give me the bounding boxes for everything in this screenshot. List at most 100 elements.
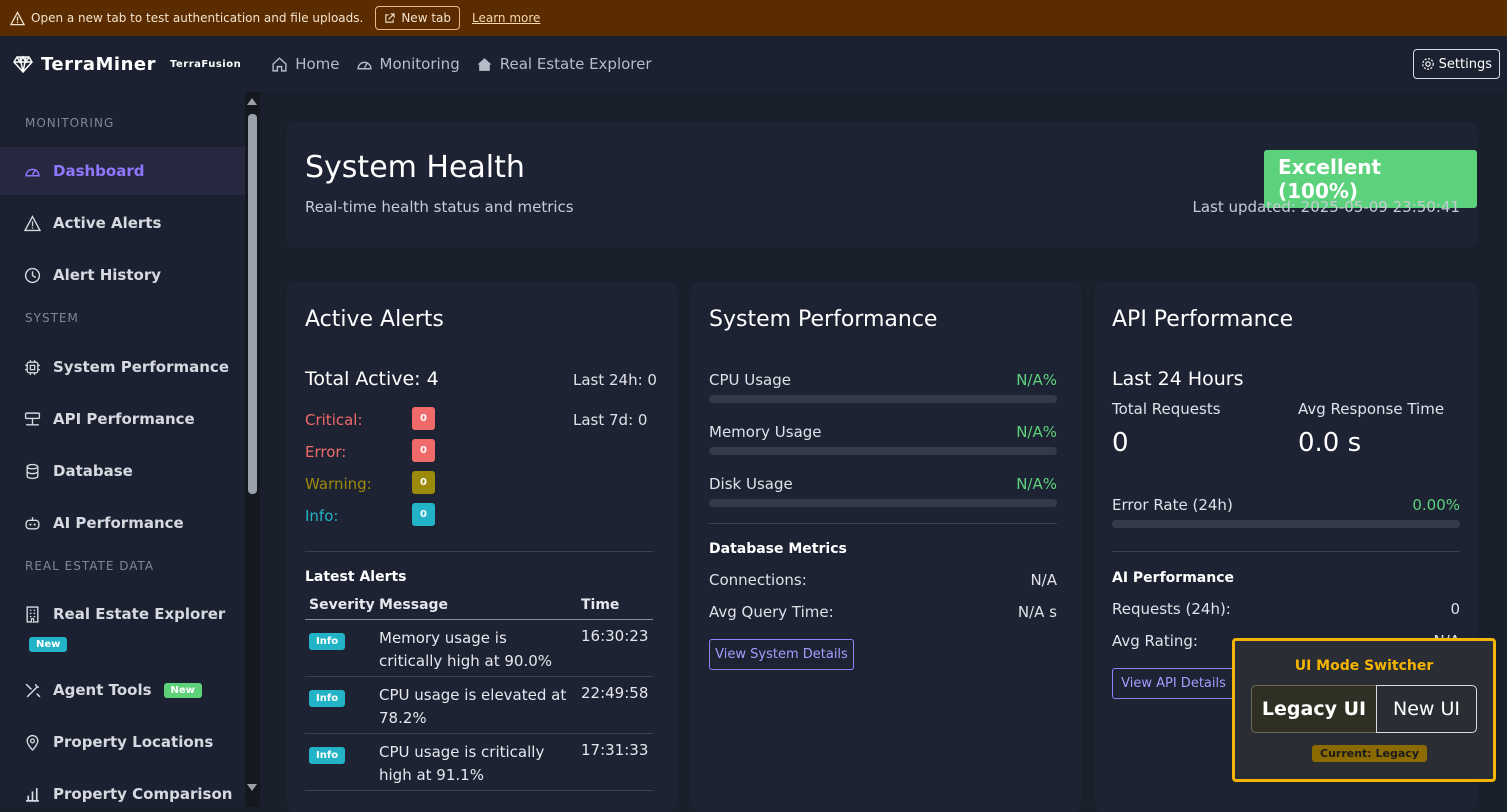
ai-performance-title: AI Performance bbox=[1112, 570, 1234, 586]
disk-value: N/A% bbox=[1016, 475, 1057, 493]
total-active: Total Active: 4 bbox=[305, 368, 439, 390]
new-tab-button[interactable]: New tab bbox=[375, 6, 460, 30]
sidebar-item-label: Agent Tools bbox=[53, 681, 152, 699]
total-requests-value: 0 bbox=[1112, 428, 1129, 458]
warning-count: 0 bbox=[412, 471, 435, 494]
building-icon bbox=[26, 605, 39, 623]
home-icon bbox=[272, 56, 287, 72]
view-api-details-button[interactable]: View API Details bbox=[1112, 668, 1235, 699]
clock-icon bbox=[24, 267, 41, 283]
active-alerts-card: Active Alerts Total Active: 4 Last 24h: … bbox=[287, 282, 677, 812]
banner-text: Open a new tab to test authentication an… bbox=[31, 11, 364, 25]
column-header: Time bbox=[581, 596, 620, 613]
nav-monitoring[interactable]: Monitoring bbox=[356, 55, 460, 73]
warning-label: Warning: bbox=[305, 475, 372, 493]
sidebar-item-label: System Performance bbox=[53, 358, 229, 376]
last-24h: Last 24h: 0 bbox=[573, 371, 657, 389]
bar-chart-icon bbox=[26, 787, 39, 802]
message-cell: CPU usage is elevated at 78.2% bbox=[379, 685, 567, 727]
sidebar-item-alert-history[interactable]: Alert History bbox=[0, 251, 245, 299]
message-cell: Memory usage is critically high at 90.0% bbox=[379, 628, 553, 670]
section-real-estate: REAL ESTATE DATA bbox=[25, 559, 155, 573]
sidebar-item-active-alerts[interactable]: Active Alerts bbox=[0, 199, 245, 247]
sidebar-item-label: Property Locations bbox=[53, 733, 214, 751]
sidebar-item-real-estate-explorer[interactable]: Real Estate Explorer bbox=[0, 590, 245, 638]
sidebar-item-label: AI Performance bbox=[53, 514, 184, 532]
time-cell: 16:30:23 bbox=[581, 626, 649, 645]
avg-response-label: Avg Response Time bbox=[1298, 400, 1445, 418]
query-time-value: N/A s bbox=[1017, 603, 1057, 621]
sidebar-item-system-performance[interactable]: System Performance bbox=[0, 343, 245, 391]
table-row[interactable]: Info Memory usage is critically high at … bbox=[305, 619, 653, 676]
new-badge-label: New bbox=[29, 637, 68, 652]
ai-rating-label: Avg Rating: bbox=[1112, 632, 1198, 650]
api-performance-title: API Performance bbox=[1112, 307, 1294, 332]
error-label: Error: bbox=[305, 443, 347, 461]
cpu-icon bbox=[25, 359, 40, 375]
divider bbox=[709, 523, 1057, 524]
sidebar-item-dashboard[interactable]: Dashboard bbox=[0, 147, 245, 195]
severity-badge: Info bbox=[309, 746, 346, 764]
nav-real-estate-explorer[interactable]: Real Estate Explorer bbox=[476, 55, 652, 73]
table-row[interactable]: Info CPU usage is elevated at 78.2% 22:4… bbox=[305, 676, 653, 733]
nav-real-estate-label: Real Estate Explorer bbox=[499, 55, 652, 73]
main-nav: Home Monitoring Real Estate Explorer bbox=[271, 55, 652, 73]
cpu-label: CPU Usage bbox=[709, 371, 792, 389]
scroll-down-arrow-icon[interactable] bbox=[247, 784, 257, 791]
latest-alerts-table: Severity Message Time Info Memory usage … bbox=[305, 591, 653, 791]
info-banner: Open a new tab to test authentication an… bbox=[0, 0, 1507, 36]
robot-icon bbox=[25, 516, 40, 530]
warning-icon bbox=[24, 214, 41, 231]
settings-button[interactable]: Settings bbox=[1412, 49, 1500, 79]
error-rate-progress-bar bbox=[1112, 520, 1460, 528]
cpu-value: N/A% bbox=[1016, 371, 1057, 389]
memory-value: N/A% bbox=[1016, 423, 1057, 441]
ai-requests-label: Requests (24h): bbox=[1112, 600, 1231, 618]
table-row[interactable]: Info CPU usage is critically high at 91.… bbox=[305, 733, 653, 790]
query-time-label: Avg Query Time: bbox=[709, 603, 834, 621]
info-count: 0 bbox=[412, 503, 435, 526]
avg-response-value: 0.0 s bbox=[1298, 428, 1362, 458]
disk-label: Disk Usage bbox=[709, 475, 793, 493]
sidebar-item-property-locations[interactable]: Property Locations bbox=[0, 718, 245, 766]
scroll-up-arrow-icon[interactable] bbox=[247, 98, 257, 105]
sidebar: MONITORING Dashboard Active Alerts Alert… bbox=[0, 92, 260, 807]
view-system-details-button[interactable]: View System Details bbox=[709, 639, 854, 670]
gear-icon bbox=[1421, 58, 1434, 70]
learn-more-link[interactable]: Learn more bbox=[472, 11, 540, 25]
sidebar-item-agent-tools[interactable]: Agent Tools New bbox=[0, 666, 245, 714]
last-7d: Last 7d: 0 bbox=[573, 411, 648, 429]
connections-label: Connections: bbox=[709, 571, 807, 589]
total-requests-label: Total Requests bbox=[1112, 400, 1221, 418]
cpu-progress-bar bbox=[709, 395, 1057, 403]
severity-badge: Info bbox=[309, 689, 346, 707]
page-subtitle: Real-time health status and metrics bbox=[305, 198, 574, 216]
sidebar-item-ai-performance[interactable]: AI Performance bbox=[0, 499, 245, 547]
column-header: Severity bbox=[309, 596, 375, 613]
new-ui-button[interactable]: New UI bbox=[1376, 685, 1477, 733]
sidebar-item-label: Real Estate Explorer bbox=[53, 605, 226, 623]
brand[interactable]: TerraMiner TerraFusion bbox=[13, 54, 241, 75]
switcher-title: UI Mode Switcher bbox=[1294, 658, 1434, 674]
legacy-ui-button[interactable]: Legacy UI bbox=[1251, 685, 1377, 733]
scrollbar-thumb[interactable] bbox=[248, 114, 257, 494]
error-count: 0 bbox=[412, 439, 435, 462]
new-tab-label: New tab bbox=[401, 11, 451, 25]
sidebar-item-api-performance[interactable]: API Performance bbox=[0, 395, 245, 443]
diamond-logo-icon bbox=[13, 55, 33, 74]
time-cell: 22:49:58 bbox=[581, 683, 649, 702]
severity-cell: Info bbox=[305, 619, 375, 676]
sidebar-item-property-comparison[interactable]: Property Comparison bbox=[0, 770, 245, 807]
nav-home[interactable]: Home bbox=[271, 55, 340, 73]
severity-cell: Info bbox=[305, 733, 375, 790]
message-cell: CPU usage is critically high at 91.1% bbox=[379, 742, 545, 784]
top-navbar: TerraMiner TerraFusion Home Monitoring R… bbox=[0, 36, 1507, 92]
database-metrics-title: Database Metrics bbox=[709, 541, 847, 557]
ui-mode-switcher: UI Mode Switcher Legacy UI New UI Curren… bbox=[1232, 638, 1496, 782]
sidebar-item-database[interactable]: Database bbox=[0, 447, 245, 495]
memory-label: Memory Usage bbox=[709, 423, 822, 441]
system-health-card: System Health Real-time health status an… bbox=[287, 122, 1477, 248]
time-cell: 17:31:33 bbox=[581, 740, 649, 759]
disk-progress-bar bbox=[709, 499, 1057, 507]
divider bbox=[1112, 551, 1460, 552]
